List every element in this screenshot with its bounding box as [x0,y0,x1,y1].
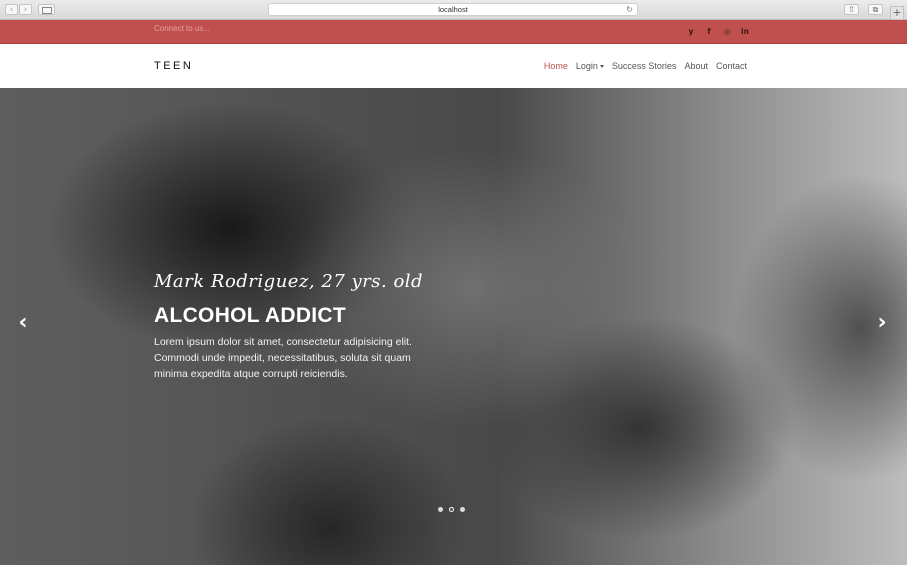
nav-item-contact[interactable]: Contact [716,61,747,71]
nav-item-home[interactable]: Home [544,61,568,71]
reload-icon[interactable]: ↻ [626,4,633,16]
linkedin-icon[interactable]: in [736,27,754,37]
address-bar[interactable]: localhost ↻ [268,3,638,16]
back-button[interactable]: ‹ [5,4,18,15]
hero-description: Lorem ipsum dolor sit amet, consectetur … [154,336,412,380]
brand-logo[interactable]: TEEN [154,60,193,72]
carousel-indicators [438,507,471,512]
connect-text: Connect to us... [154,24,211,33]
forward-button[interactable]: › [19,4,32,15]
carousel-next-button[interactable]: › [872,310,892,336]
hero-carousel: ‹ › Mark Rodriguez, 27 yrs. old ALCOHOL … [0,88,907,565]
carousel-prev-button[interactable]: ‹ [13,310,33,336]
hero-caption: Mark Rodriguez, 27 yrs. old ALCOHOL ADDI… [154,271,454,382]
carousel-indicator-1[interactable] [438,507,443,512]
caret-down-icon [599,65,604,69]
nav-item-about[interactable]: About [684,61,708,71]
hero-subtitle: Mark Rodriguez, 27 yrs. old [154,271,424,292]
nav-menu: Home Login Success Stories About Contact [536,61,747,71]
carousel-indicator-3[interactable] [460,507,465,512]
history-buttons: ‹ › [5,4,33,15]
sidebar-toggle-button[interactable] [38,4,55,15]
top-contact-bar: Connect to us... y f ◎ in [0,20,907,44]
social-links: y f ◎ in [682,27,754,37]
instagram-icon[interactable]: ◎ [718,27,736,37]
tabs-overview-button[interactable]: ⧉ [868,4,883,15]
facebook-icon[interactable]: f [700,27,718,37]
new-tab-button[interactable]: + [890,6,904,20]
nav-item-login[interactable]: Login [576,61,604,71]
url-text: localhost [438,5,468,14]
share-button[interactable]: ⇧ [844,4,859,15]
twitter-icon[interactable]: y [682,27,700,37]
browser-toolbar: ‹ › localhost ↻ ⇧ ⧉ + [0,0,907,20]
carousel-indicator-2[interactable] [449,507,454,512]
hero-title: ALCOHOL ADDICT [154,304,347,327]
main-navbar: TEEN Home Login Success Stories About Co… [0,44,907,88]
nav-item-success-stories[interactable]: Success Stories [612,61,677,71]
nav-item-login-label: Login [575,61,598,71]
